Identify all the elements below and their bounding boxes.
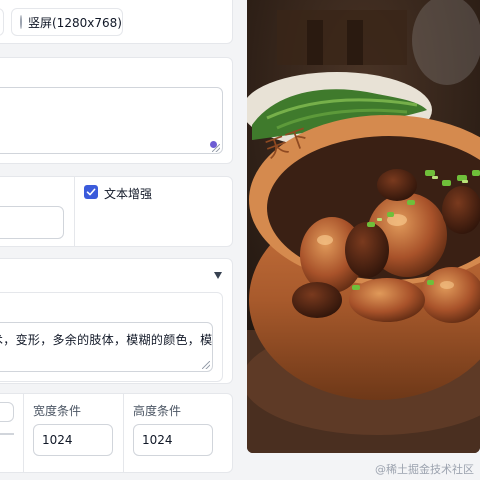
height-value: 1024 [142, 433, 173, 447]
height-input[interactable]: 1024 [133, 424, 213, 456]
generated-image[interactable]: 天下 [247, 0, 480, 453]
landscape-radio-option[interactable] [0, 8, 4, 36]
height-label: 高度条件 [133, 404, 182, 418]
prompt-resize-grip[interactable] [212, 144, 220, 152]
seed-input[interactable] [0, 206, 64, 239]
size-partial-input[interactable] [0, 402, 14, 422]
portrait-radio-option[interactable]: 竖屏(1280x768) [11, 8, 123, 36]
negative-prompt-text: 术，变形，多余的肢体，模糊的颜色，模 [0, 333, 213, 347]
negative-resize-grip[interactable] [202, 361, 210, 369]
text-enhance-label: 文本增强 [104, 187, 153, 201]
checkmark-icon [86, 188, 96, 196]
size-divider-right [123, 394, 124, 472]
braised-chicken-photo: 天下 [247, 0, 480, 453]
options-divider [74, 177, 75, 246]
width-value: 1024 [42, 433, 73, 447]
size-divider-left [23, 394, 24, 472]
watermark-text: @稀土掘金技术社区 [375, 463, 474, 476]
size-slider-track[interactable] [0, 433, 14, 435]
text-enhance-checkbox[interactable] [84, 185, 98, 199]
portrait-radio-label: 竖屏(1280x768) [28, 15, 122, 30]
accordion-toggle-icon[interactable] [214, 272, 222, 279]
portrait-radio-dot[interactable] [20, 15, 22, 29]
prompt-textarea[interactable] [0, 87, 223, 154]
negative-prompt-textarea[interactable]: 术，变形，多余的肢体，模糊的颜色，模 [0, 322, 213, 372]
width-input[interactable]: 1024 [33, 424, 113, 456]
width-label: 宽度条件 [33, 404, 82, 418]
